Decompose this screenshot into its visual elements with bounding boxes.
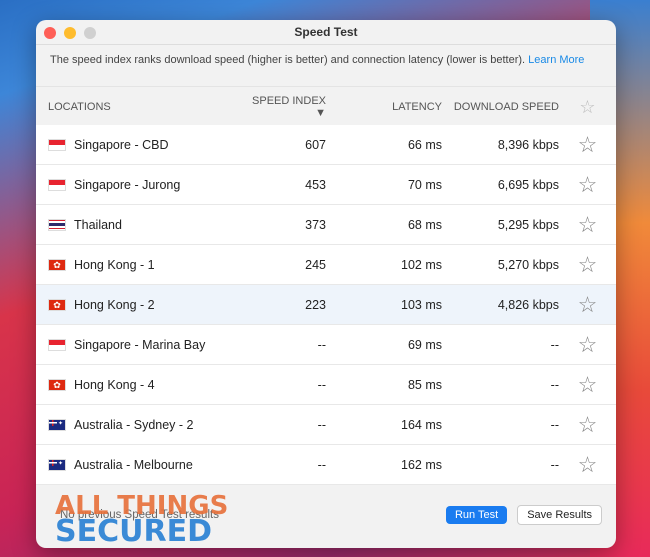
latency-cell: 162 ms (401, 457, 442, 472)
title-bar: Speed Test (36, 20, 616, 45)
location-name: Hong Kong - 2 (74, 297, 155, 312)
favorite-star-icon[interactable]: ☆ (559, 372, 616, 398)
favorite-star-icon[interactable]: ☆ (559, 132, 616, 158)
speed-index-cell: 245 (305, 257, 326, 272)
location-cell: Singapore - Marina Bay (36, 338, 246, 352)
close-button[interactable] (44, 27, 56, 39)
sort-descending-icon: ▼ (315, 107, 326, 119)
favorite-star-icon[interactable]: ☆ (559, 252, 616, 278)
flag-hk-icon: ✿ (48, 378, 66, 391)
column-speed-index[interactable]: SPEED INDEX ▼ (246, 95, 326, 119)
location-name: Singapore - Marina Bay (74, 337, 206, 352)
speed-index-cell: 607 (305, 137, 326, 152)
zoom-button[interactable] (84, 27, 96, 39)
table-header: LOCATIONS SPEED INDEX ▼ LATENCY DOWNLOAD… (36, 89, 616, 125)
latency-cell: 66 ms (407, 137, 442, 152)
latency-cell: 69 ms (407, 337, 442, 352)
latency-cell: 70 ms (407, 177, 442, 192)
download-speed-cell: 6,695 kbps (497, 177, 559, 192)
speed-index-cell: -- (317, 337, 326, 352)
latency-cell: 68 ms (407, 217, 442, 232)
column-download-speed[interactable]: DOWNLOAD SPEED (442, 101, 559, 113)
flag-au-icon: ✦ (48, 418, 66, 431)
window-title: Speed Test (294, 25, 358, 39)
location-name: Singapore - CBD (74, 137, 169, 152)
flag-hk-icon: ✿ (48, 258, 66, 271)
table-row[interactable]: Thailand 373 68 ms 5,295 kbps ☆ (36, 205, 616, 245)
speed-index-cell: 223 (305, 297, 326, 312)
download-speed-cell: 5,270 kbps (497, 257, 559, 272)
column-latency[interactable]: LATENCY (326, 101, 442, 113)
favorites-star-icon[interactable]: ☆ (559, 97, 616, 118)
locations-table: Singapore - CBD 607 66 ms 8,396 kbps ☆ Si… (36, 125, 616, 485)
flag-sg-icon (48, 138, 66, 151)
location-cell: ✦ Australia - Sydney - 2 (36, 418, 246, 432)
speed-index-label: SPEED INDEX (252, 95, 326, 107)
table-row[interactable]: ✦ Australia - Sydney - 2 -- 164 ms -- ☆ (36, 405, 616, 445)
latency-cell: 103 ms (401, 297, 442, 312)
table-row[interactable]: ✿ Hong Kong - 2 223 103 ms 4,826 kbps ☆ (36, 285, 616, 325)
location-cell: Singapore - Jurong (36, 178, 246, 192)
download-speed-cell: 4,826 kbps (497, 297, 559, 312)
favorite-star-icon[interactable]: ☆ (559, 212, 616, 238)
flag-sg-icon (48, 338, 66, 351)
download-speed-cell: -- (550, 337, 559, 352)
location-cell: ✿ Hong Kong - 1 (36, 258, 246, 272)
table-row[interactable]: Singapore - Jurong 453 70 ms 6,695 kbps … (36, 165, 616, 205)
location-cell: Thailand (36, 218, 246, 232)
table-row[interactable]: ✿ Hong Kong - 1 245 102 ms 5,270 kbps ☆ (36, 245, 616, 285)
table-row[interactable]: ✦ Australia - Melbourne -- 162 ms -- ☆ (36, 445, 616, 485)
location-name: Hong Kong - 1 (74, 257, 155, 272)
download-speed-cell: -- (550, 457, 559, 472)
favorite-star-icon[interactable]: ☆ (559, 412, 616, 438)
speed-index-cell: -- (317, 457, 326, 472)
save-results-button[interactable]: Save Results (517, 505, 602, 525)
speed-test-window: Speed Test The speed index ranks downloa… (36, 20, 616, 548)
table-row[interactable]: Singapore - CBD 607 66 ms 8,396 kbps ☆ (36, 125, 616, 165)
download-speed-cell: -- (550, 377, 559, 392)
info-description: The speed index ranks download speed (hi… (50, 54, 526, 66)
location-cell: Singapore - CBD (36, 138, 246, 152)
location-name: Thailand (74, 217, 122, 232)
location-name: Australia - Sydney - 2 (74, 417, 194, 432)
flag-th-icon (48, 218, 66, 231)
location-cell: ✿ Hong Kong - 4 (36, 378, 246, 392)
speed-index-cell: -- (317, 377, 326, 392)
speed-index-cell: -- (317, 417, 326, 432)
download-speed-cell: -- (550, 417, 559, 432)
learn-more-link[interactable]: Learn More (528, 54, 584, 66)
flag-hk-icon: ✿ (48, 298, 66, 311)
location-cell: ✿ Hong Kong - 2 (36, 298, 246, 312)
column-locations[interactable]: LOCATIONS (36, 101, 246, 113)
favorite-star-icon[interactable]: ☆ (559, 292, 616, 318)
minimize-button[interactable] (64, 27, 76, 39)
favorite-star-icon[interactable]: ☆ (559, 172, 616, 198)
download-speed-cell: 5,295 kbps (497, 217, 559, 232)
download-speed-cell: 8,396 kbps (497, 137, 559, 152)
location-name: Hong Kong - 4 (74, 377, 155, 392)
favorite-star-icon[interactable]: ☆ (559, 332, 616, 358)
info-text: The speed index ranks download speed (hi… (36, 45, 616, 87)
latency-cell: 164 ms (401, 417, 442, 432)
latency-cell: 85 ms (407, 377, 442, 392)
flag-sg-icon (48, 178, 66, 191)
favorite-star-icon[interactable]: ☆ (559, 452, 616, 478)
latency-cell: 102 ms (401, 257, 442, 272)
table-row[interactable]: Singapore - Marina Bay -- 69 ms -- ☆ (36, 325, 616, 365)
flag-au-icon: ✦ (48, 458, 66, 471)
location-name: Australia - Melbourne (74, 457, 193, 472)
run-test-button[interactable]: Run Test (445, 506, 508, 524)
location-cell: ✦ Australia - Melbourne (36, 458, 246, 472)
location-name: Singapore - Jurong (74, 177, 181, 192)
watermark-logo: ALL THINGS SECURED (55, 491, 229, 549)
speed-index-cell: 453 (305, 177, 326, 192)
speed-index-cell: 373 (305, 217, 326, 232)
table-row[interactable]: ✿ Hong Kong - 4 -- 85 ms -- ☆ (36, 365, 616, 405)
